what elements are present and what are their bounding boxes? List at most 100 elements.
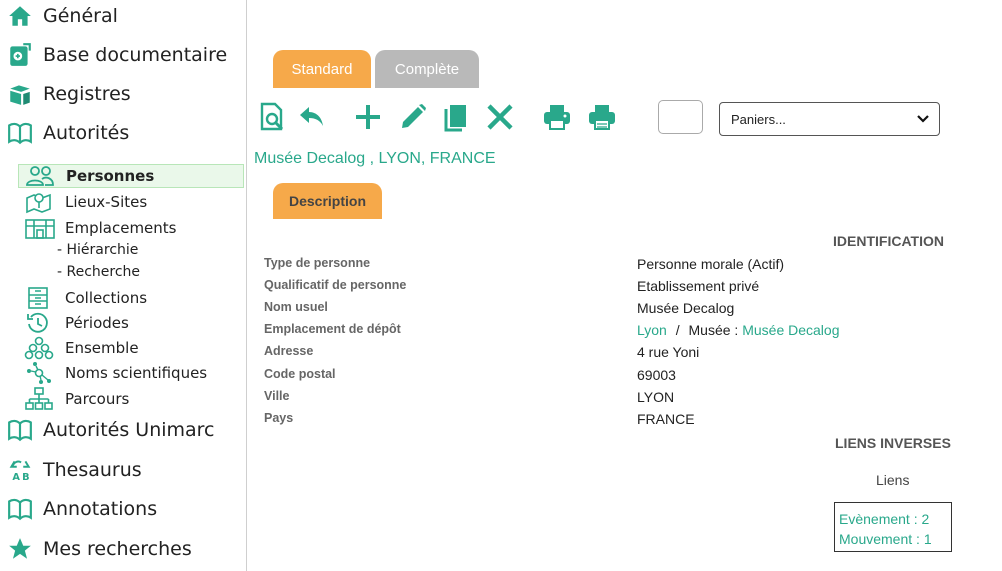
- sidebar-item-label: Noms scientifiques: [65, 364, 208, 382]
- sidebar-item-emplacements[interactable]: Emplacements: [24, 216, 177, 240]
- paniers-select[interactable]: Paniers...: [719, 102, 940, 136]
- field-label: Pays: [264, 411, 294, 425]
- add-button[interactable]: [352, 102, 384, 136]
- tab-description[interactable]: Description: [273, 183, 382, 219]
- sidebar-item-label: Mes recherches: [43, 538, 192, 560]
- sidebar-item-noms-scientifiques[interactable]: Noms scientifiques: [24, 361, 207, 385]
- star-icon: [6, 535, 34, 563]
- group-icon: [24, 336, 56, 360]
- sidebar-item-personnes[interactable]: Personnes: [18, 164, 244, 188]
- print-list-button[interactable]: [586, 102, 618, 136]
- printer-icon: [587, 102, 617, 137]
- delete-button[interactable]: [484, 102, 516, 136]
- sidebar-item-label: Annotations: [43, 498, 158, 520]
- basket-checkbox[interactable]: [658, 100, 703, 134]
- section-title-liens-inverses: LIENS INVERSES: [835, 435, 951, 451]
- sidebar-item-label: Base documentaire: [43, 44, 228, 66]
- sidebar-item-lieux-sites[interactable]: Lieux-Sites: [24, 190, 147, 214]
- document-search-icon: [257, 102, 287, 137]
- preview-search-button[interactable]: [256, 102, 288, 136]
- sidebar: Général Base documentaire Registres Auto…: [0, 0, 247, 571]
- history-icon: [24, 311, 56, 335]
- sidebar-item-periodes[interactable]: Périodes: [24, 311, 129, 335]
- field-label: Type de personne: [264, 256, 371, 270]
- field-label: Emplacement de dépôt: [264, 322, 401, 336]
- field-value: Etablissement privé: [637, 278, 760, 294]
- sitemap-icon: [24, 387, 56, 411]
- liens-label: Liens: [876, 472, 910, 488]
- tab-standard[interactable]: Standard: [273, 50, 371, 88]
- svg-text:B: B: [22, 472, 29, 483]
- sidebar-item-recherche[interactable]: - Recherche: [57, 262, 140, 282]
- field-value: Personne morale (Actif): [637, 256, 785, 272]
- liens-link-mouvement[interactable]: Mouvement : 1: [839, 529, 951, 549]
- breadcrumb-separator: /: [675, 322, 680, 338]
- field-label: Adresse: [264, 344, 314, 358]
- sidebar-item-ensemble[interactable]: Ensemble: [24, 336, 139, 360]
- field-value: 4 rue Yoni: [637, 344, 700, 360]
- svg-text:A: A: [12, 472, 20, 483]
- field-value: FRANCE: [637, 411, 695, 427]
- paniers-select-value: Paniers...: [731, 111, 786, 127]
- map-pin-icon: [24, 190, 56, 214]
- open-book-icon: [6, 416, 34, 444]
- edit-button[interactable]: [397, 102, 429, 136]
- sidebar-item-label: Thesaurus: [43, 459, 142, 481]
- liens-link-evenement[interactable]: Evènement : 2: [839, 509, 951, 529]
- sidebar-item-autorites-unimarc[interactable]: Autorités Unimarc: [6, 414, 215, 446]
- sidebar-item-label: Périodes: [65, 314, 129, 332]
- sidebar-item-label: Lieux-Sites: [65, 193, 148, 211]
- close-icon: [485, 102, 515, 137]
- printer-icon: [542, 102, 572, 137]
- sidebar-item-mes-recherches[interactable]: Mes recherches: [6, 533, 192, 565]
- field-label: Nom usuel: [264, 300, 328, 314]
- field-value: LYON: [637, 389, 675, 405]
- sidebar-item-autorites[interactable]: Autorités: [6, 117, 129, 149]
- sidebar-item-general[interactable]: Général: [6, 0, 118, 32]
- chevron-down-icon: [916, 113, 930, 128]
- copy-icon: [441, 102, 471, 137]
- sidebar-item-label: Collections: [65, 289, 148, 307]
- recycle-icon: AB: [6, 456, 34, 484]
- archive-icon: [24, 286, 56, 310]
- sidebar-item-collections[interactable]: Collections: [24, 286, 147, 310]
- sidebar-item-label: Général: [43, 5, 118, 27]
- field-label: Ville: [264, 389, 290, 403]
- emplacement-link-musee[interactable]: Musée Decalog: [742, 322, 839, 338]
- sidebar-item-hierarchie[interactable]: - Hiérarchie: [57, 240, 138, 260]
- people-icon: [25, 164, 57, 188]
- sidebar-item-label: Ensemble: [65, 339, 139, 357]
- plus-icon: [353, 102, 383, 137]
- field-value: Musée Decalog: [637, 300, 735, 316]
- sidebar-item-thesaurus[interactable]: AB Thesaurus: [6, 454, 142, 486]
- pencil-icon: [398, 102, 428, 137]
- record-title[interactable]: Musée Decalog , LYON, FRANCE: [254, 150, 496, 168]
- emplacement-value: Lyon / Musée : Musée Decalog: [637, 322, 840, 338]
- duplicate-button[interactable]: [440, 102, 472, 136]
- book-add-icon: [6, 41, 34, 69]
- sidebar-item-base-documentaire[interactable]: Base documentaire: [6, 39, 227, 71]
- print-button[interactable]: [541, 102, 573, 136]
- sidebar-item-annotations[interactable]: Annotations: [6, 493, 157, 525]
- field-label: Code postal: [264, 367, 336, 381]
- sidebar-item-label: Personnes: [66, 167, 155, 185]
- sidebar-item-parcours[interactable]: Parcours: [24, 387, 129, 411]
- sidebar-item-label: Parcours: [65, 390, 130, 408]
- sidebar-item-registres[interactable]: Registres: [6, 78, 131, 110]
- back-button[interactable]: [296, 102, 328, 136]
- open-book-icon: [6, 119, 34, 147]
- field-label: Qualificatif de personne: [264, 278, 407, 292]
- emplacement-link-lyon[interactable]: Lyon: [637, 322, 667, 338]
- sidebar-item-label: Autorités: [43, 122, 130, 144]
- sidebar-item-label: Emplacements: [65, 219, 177, 237]
- field-value: 69003: [637, 367, 676, 383]
- network-icon: [24, 361, 56, 385]
- open-book-icon: [6, 495, 34, 523]
- section-title-identification: IDENTIFICATION: [833, 233, 944, 249]
- buildings-icon: [24, 216, 56, 240]
- tab-complete[interactable]: Complète: [375, 50, 479, 88]
- books-icon: [6, 80, 34, 108]
- sidebar-item-label: Autorités Unimarc: [43, 419, 215, 441]
- undo-arrow-icon: [297, 102, 327, 137]
- liens-box: Evènement : 2 Mouvement : 1: [834, 502, 952, 552]
